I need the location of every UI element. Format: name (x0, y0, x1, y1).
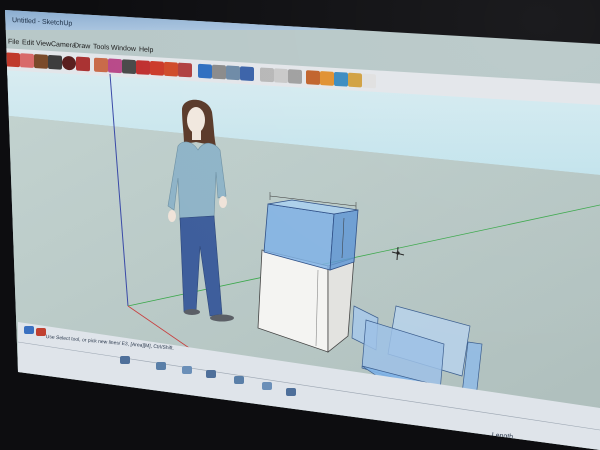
monitor: Untitled - SketchUp File Edit View Camer… (0, 0, 600, 450)
taskbar-app-icon[interactable] (182, 366, 192, 374)
aquarium-cabinet[interactable] (257, 192, 359, 353)
taskbar-app-icon[interactable] (206, 370, 216, 378)
taskbar-app-icon[interactable] (262, 382, 272, 390)
taskbar-app-icon[interactable] (286, 388, 296, 396)
sketchup-window: Untitled - SketchUp File Edit View Camer… (0, 0, 600, 450)
model-viewport[interactable] (0, 0, 600, 450)
taskbar-app-icon[interactable] (156, 362, 166, 370)
taskbar-app-icon[interactable] (120, 356, 130, 364)
taskbar-app-icon[interactable] (234, 376, 244, 384)
